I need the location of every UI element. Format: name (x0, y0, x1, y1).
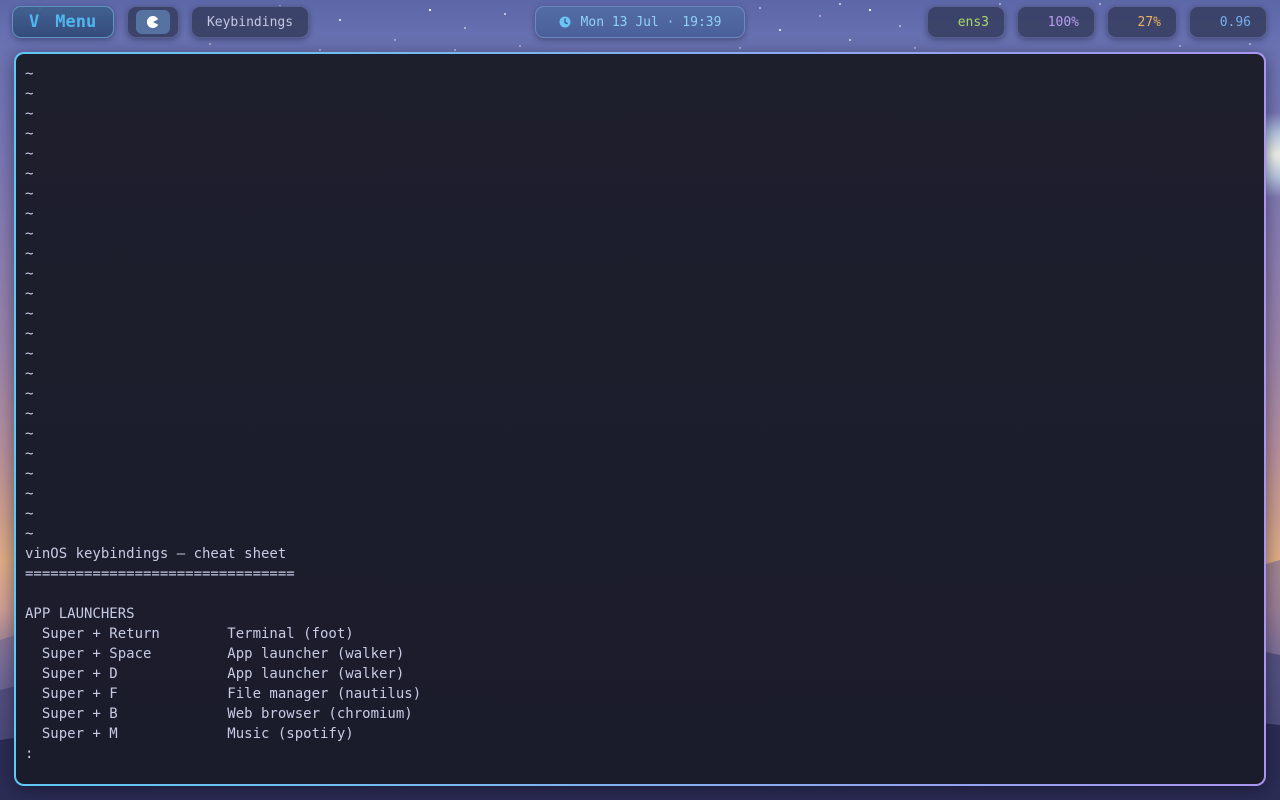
empty-line-marker: ~ (25, 306, 34, 322)
text-line: Super + B Web browser (chromium) (25, 706, 413, 722)
window-title: Keybindings (191, 6, 309, 38)
pager-content: ~ ~ ~ ~ ~ ~ ~ ~ ~ ~ ~ ~ ~ ~ ~ ~ ~ ~ ~ ~ ~ ~ ~ ~ vinOS keybinding… (25, 64, 421, 764)
empty-line-marker: ~ (25, 426, 34, 442)
empty-line-marker: ~ (25, 126, 34, 142)
pager-prompt[interactable]: : (25, 744, 421, 764)
empty-line-marker: ~ (25, 446, 34, 462)
load-label: 0.96 (1219, 14, 1251, 30)
volume-status[interactable]: 100% (1017, 6, 1095, 38)
empty-line-marker: ~ (25, 186, 34, 202)
empty-line-marker: ~ (25, 86, 34, 102)
terminal-window[interactable]: ~ ~ ~ ~ ~ ~ ~ ~ ~ ~ ~ ~ ~ ~ ~ ~ ~ ~ ~ ~ ~ ~ ~ ~ vinOS keybinding… (14, 52, 1266, 786)
text-line: vinOS keybindings — cheat sheet (25, 546, 287, 562)
text-line: Super + M Music (spotify) (25, 726, 354, 742)
vinos-logo: V (29, 12, 40, 32)
empty-line-marker: ~ (25, 266, 34, 282)
clock-widget[interactable]: Mon 13 Jul · 19:39 (535, 6, 745, 38)
text-line (25, 584, 421, 604)
empty-line-marker: ~ (25, 506, 34, 522)
load-status[interactable]: 0.96 (1189, 6, 1267, 38)
empty-line-marker: ~ (25, 106, 34, 122)
empty-line-marker: ~ (25, 246, 34, 262)
clock-icon (559, 16, 571, 28)
text-line: Super + D App launcher (walker) (25, 666, 405, 682)
network-label: ens3 (957, 14, 989, 30)
active-workspace[interactable] (136, 10, 170, 34)
text-line: Super + Return Terminal (foot) (25, 626, 354, 642)
empty-line-marker: ~ (25, 386, 34, 402)
text-line: Super + Space App launcher (walker) (25, 646, 405, 662)
menu-label: Menu (55, 12, 97, 32)
text-line: APP LAUNCHERS (25, 606, 135, 622)
empty-line-marker: ~ (25, 146, 34, 162)
text-line: Super + F File manager (nautilus) (25, 686, 422, 702)
text-line: ================================ (25, 566, 295, 582)
empty-line-marker: ~ (25, 206, 34, 222)
network-status[interactable]: ens3 (927, 6, 1005, 38)
empty-line-marker: ~ (25, 166, 34, 182)
empty-line-marker: ~ (25, 66, 34, 82)
cpu-label: 27% (1137, 14, 1161, 30)
empty-line-marker: ~ (25, 466, 34, 482)
menu-button[interactable]: V Menu (12, 6, 114, 38)
empty-line-marker: ~ (25, 346, 34, 362)
empty-line-marker: ~ (25, 286, 34, 302)
empty-line-marker: ~ (25, 326, 34, 342)
empty-line-marker: ~ (25, 526, 34, 542)
empty-line-marker: ~ (25, 486, 34, 502)
empty-line-marker: ~ (25, 226, 34, 242)
volume-label: 100% (1047, 14, 1079, 30)
workspace-indicator[interactable] (127, 6, 179, 38)
clock-text: Mon 13 Jul · 19:39 (580, 14, 722, 30)
cpu-status[interactable]: 27% (1107, 6, 1177, 38)
empty-line-marker: ~ (25, 366, 34, 382)
empty-line-marker: ~ (25, 406, 34, 422)
pacman-icon (147, 16, 159, 28)
